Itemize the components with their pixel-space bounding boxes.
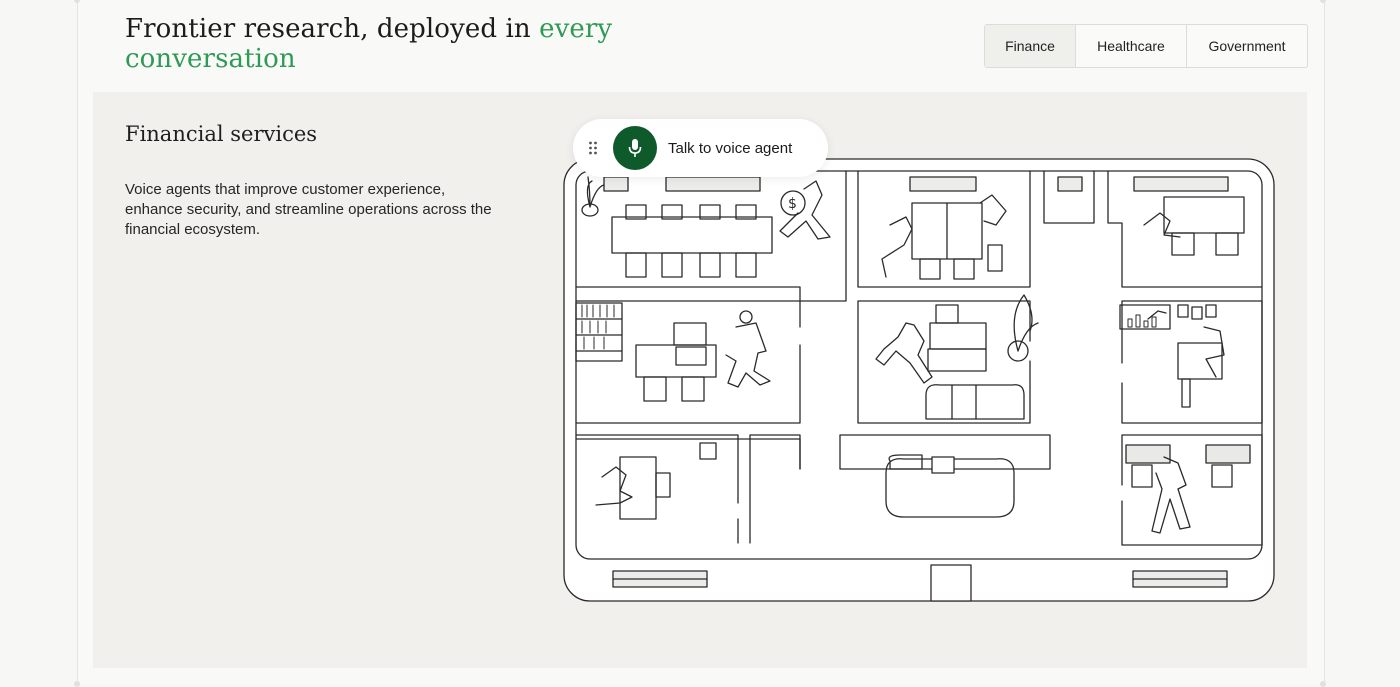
panel-description: Voice agents that improve customer exper… — [125, 181, 492, 238]
tab-finance[interactable]: Finance — [985, 25, 1076, 67]
microphone-icon — [628, 139, 642, 157]
frame-corner-dot — [1320, 681, 1326, 687]
frame-corner-dot — [1320, 0, 1326, 3]
frame-corner-dot — [74, 681, 80, 687]
tab-healthcare[interactable]: Healthcare — [1076, 25, 1187, 67]
microphone-button[interactable] — [613, 126, 657, 170]
panel-title: Financial services — [125, 122, 318, 146]
voice-agent-widget[interactable]: Talk to voice agent — [573, 119, 828, 177]
drag-handle-icon[interactable] — [573, 140, 613, 156]
page-headline: Frontier research, deployed in every con… — [125, 14, 645, 74]
headline-main: Frontier research, deployed in — [125, 14, 531, 44]
tab-government[interactable]: Government — [1187, 25, 1307, 67]
svg-text:$: $ — [788, 196, 797, 212]
industry-tabs: Finance Healthcare Government — [984, 24, 1308, 68]
voice-agent-label: Talk to voice agent — [668, 139, 793, 157]
office-floorplan-illustration: $ — [563, 158, 1275, 602]
